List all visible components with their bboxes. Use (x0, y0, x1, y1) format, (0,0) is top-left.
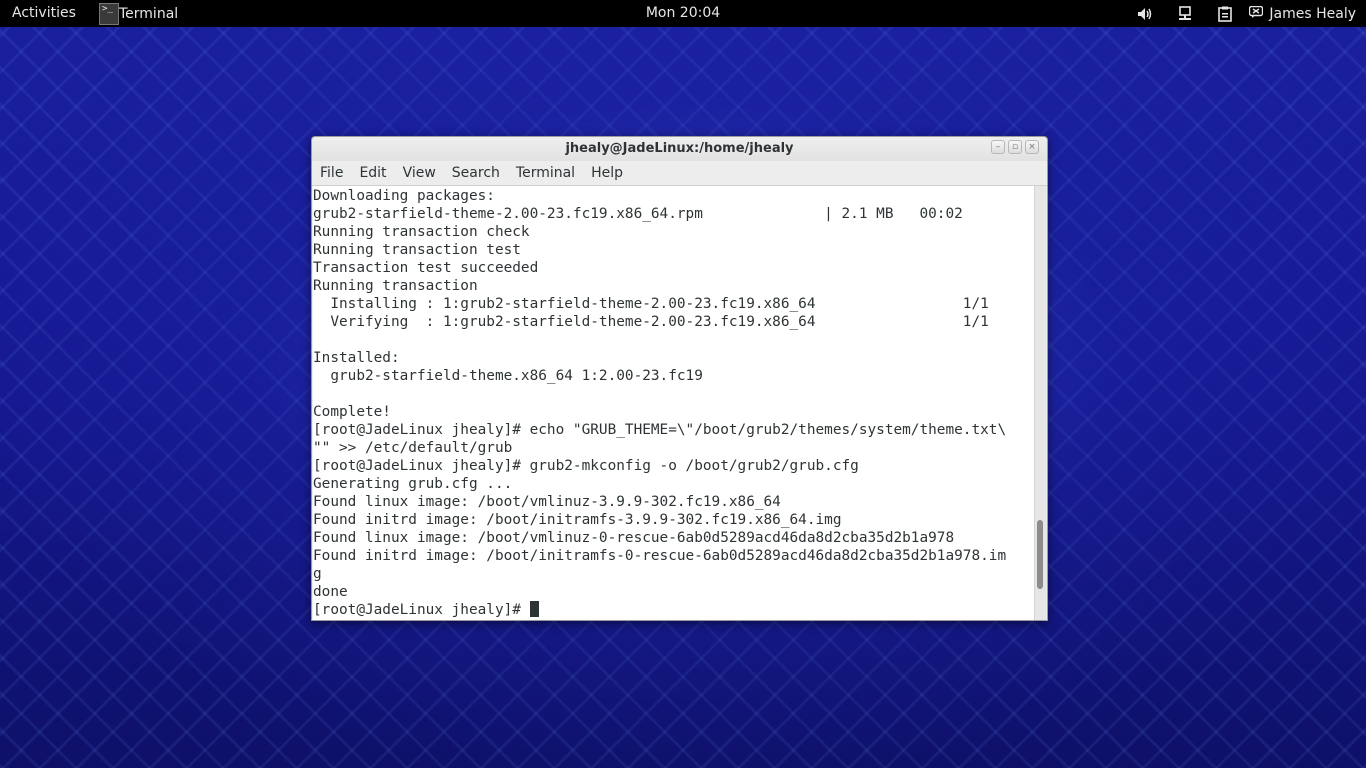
terminal-line: "" >> /etc/default/grub (313, 440, 513, 456)
terminal-line: grub2-starfield-theme.x86_64 1:2.00-23.f… (313, 368, 703, 384)
terminal-prompt-line: [root@JadeLinux jhealy]# (313, 601, 1006, 619)
top-bar: Activities >_ Terminal Mon 20:04 James H… (0, 0, 1366, 27)
terminal-line: Found initrd image: /boot/initramfs-3.9.… (313, 512, 842, 528)
menu-bar: File Edit View Search Terminal Help (312, 161, 1047, 186)
menu-edit[interactable]: Edit (351, 165, 394, 181)
close-button[interactable]: × (1025, 140, 1039, 154)
terminal-line: Verifying : 1:grub2-starfield-theme-2.00… (313, 314, 989, 330)
terminal-line: Running transaction (313, 278, 478, 294)
user-name: James Healy (1269, 5, 1356, 22)
menu-search[interactable]: Search (444, 165, 508, 181)
text-cursor (529, 601, 539, 617)
clock[interactable]: Mon 20:04 (646, 5, 720, 21)
terminal-line: Complete! (313, 404, 391, 420)
terminal-line: Transaction test succeeded (313, 260, 539, 276)
terminal-line: grub2-starfield-theme-2.00-23.fc19.x86_6… (313, 206, 963, 222)
terminal-line: g (313, 566, 322, 582)
clipboard-icon[interactable] (1217, 6, 1233, 22)
terminal-line: [root@JadeLinux jhealy]# echo "GRUB_THEM… (313, 422, 1007, 438)
menu-view[interactable]: View (395, 165, 444, 181)
menu-help[interactable]: Help (583, 165, 631, 181)
terminal-line: [root@JadeLinux jhealy]# grub2-mkconfig … (313, 458, 859, 474)
network-icon[interactable] (1177, 5, 1193, 22)
volume-icon[interactable] (1137, 6, 1153, 22)
minimize-button[interactable]: – (991, 140, 1005, 154)
terminal-output[interactable]: Downloading packages: grub2-starfield-the… (313, 186, 1034, 620)
terminal-line: Running transaction test (313, 242, 521, 258)
terminal-line: Installed: (313, 350, 400, 366)
terminal-line: Found linux image: /boot/vmlinuz-3.9.9-3… (313, 494, 781, 510)
terminal-window: jhealy@JadeLinux:/home/jhealy – ▫ × File… (311, 136, 1048, 621)
activities-button[interactable]: Activities (12, 5, 76, 21)
terminal-line: done (313, 584, 348, 600)
window-titlebar[interactable]: jhealy@JadeLinux:/home/jhealy – ▫ × (312, 137, 1047, 161)
maximize-button[interactable]: ▫ (1008, 140, 1022, 154)
terminal-line: Found linux image: /boot/vmlinuz-0-rescu… (313, 530, 955, 546)
terminal-line: Running transaction check (313, 224, 530, 240)
terminal-text: Downloading packages: grub2-starfield-the… (313, 187, 1006, 619)
app-menu-label: Terminal (119, 5, 179, 22)
terminal-line: Downloading packages: (313, 188, 495, 204)
menu-terminal[interactable]: Terminal (508, 165, 583, 181)
scrollbar-thumb[interactable] (1037, 520, 1043, 589)
user-menu[interactable]: James Healy (1249, 5, 1356, 22)
scrollbar[interactable] (1034, 186, 1046, 620)
terminal-prompt: [root@JadeLinux jhealy]# (313, 602, 530, 618)
terminal-icon: >_ (99, 2, 119, 25)
menu-file[interactable]: File (312, 165, 351, 181)
user-status-icon (1249, 5, 1264, 22)
app-menu[interactable]: >_ Terminal (99, 0, 178, 27)
terminal-line: Found initrd image: /boot/initramfs-0-re… (313, 548, 1007, 564)
terminal-line: Generating grub.cfg ... (313, 476, 513, 492)
terminal-line: Installing : 1:grub2-starfield-theme-2.0… (313, 296, 989, 312)
window-title: jhealy@JadeLinux:/home/jhealy (565, 141, 794, 156)
system-tray: James Healy (1113, 0, 1356, 27)
